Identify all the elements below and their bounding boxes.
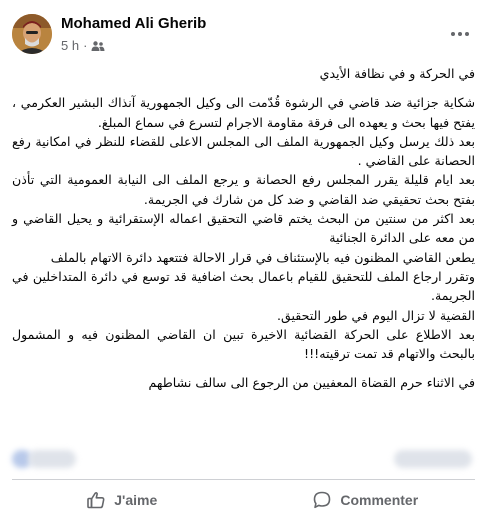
comments-count[interactable] (394, 450, 472, 468)
post-paragraph: يطعن القاضي المظنون فيه بالإستئناف في قر… (50, 249, 475, 265)
author-avatar[interactable] (12, 14, 52, 54)
comment-button[interactable]: Commenter (244, 481, 487, 519)
comment-label: Commenter (340, 492, 419, 508)
more-options-icon[interactable] (446, 26, 474, 42)
reaction-count (28, 450, 76, 468)
friends-icon[interactable] (91, 40, 105, 52)
comment-bubble-icon (314, 491, 331, 509)
post-paragraph: بعد اكثر من سنتين من البحث يختم قاضي الت… (12, 211, 475, 246)
post-header: Mohamed Ali Gherib 5 h · (0, 0, 487, 60)
post-paragraph: في الحركة و في نظافة الأيدي (319, 66, 475, 81)
meta-separator: · (83, 38, 88, 53)
facebook-post-card: Mohamed Ali Gherib 5 h · في الحركة و في … (0, 0, 487, 521)
author-name[interactable]: Mohamed Ali Gherib (61, 15, 206, 32)
like-button[interactable]: J'aime (0, 481, 244, 519)
post-actions: J'aime Commenter (0, 481, 487, 519)
post-paragraph: بعد الاطلاع على الحركة القضائية الاخيرة … (12, 326, 475, 362)
thumbs-up-icon (87, 492, 105, 509)
post-paragraph: بعد ايام قليلة يقرر المجلس رفع الحصانة و… (12, 172, 475, 207)
like-label: J'aime (114, 492, 158, 508)
post-text: في الحركة و في نظافة الأيدي شكاية جزائية… (12, 64, 475, 448)
actions-divider (12, 479, 475, 480)
post-paragraph: القضية لا تزال اليوم في طور التحقيق. (277, 307, 475, 323)
reactions-summary[interactable] (12, 446, 475, 472)
post-paragraph: في الاثناء حرم القضاة المعفيين من الرجوع… (148, 375, 475, 391)
post-paragraph: شكاية جزائية ضد قاضي في الرشوة قُدّمت ال… (12, 95, 475, 130)
post-paragraph: بعد ذلك يرسل وكيل الجمهورية الملف الى ال… (12, 133, 475, 169)
post-time[interactable]: 5 h (61, 38, 79, 53)
post-paragraph: وتقرر ارجاع الملف للتحقيق للقيام باعمال … (12, 268, 475, 304)
post-meta: 5 h · (61, 38, 105, 53)
avatar-portrait-icon (12, 14, 52, 54)
